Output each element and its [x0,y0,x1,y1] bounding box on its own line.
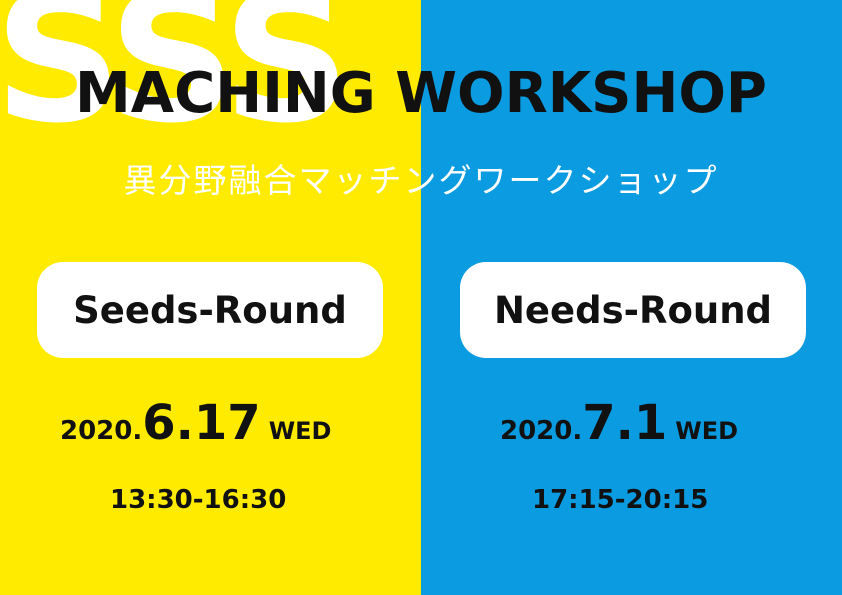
needs-round-time: 17:15-20:15 [532,485,709,515]
needs-round-date: 2020. 7.1 WED [500,395,738,455]
needs-round-badge: Needs-Round [460,262,806,358]
needs-round-label: Needs-Round [493,288,773,332]
needs-date-month-day: 7.1 [582,395,668,451]
seeds-date-weekday: WED [268,417,332,445]
seeds-date-month-day: 6.17 [142,395,261,451]
seeds-round-time: 13:30-16:30 [110,485,287,515]
event-subtitle: 異分野融合マッチングワークショップ [123,161,719,200]
seeds-date-year: 2020. [60,416,143,446]
seeds-round-label: Seeds-Round [73,288,347,332]
seeds-round-date: 2020. 6.17 WED [60,395,331,455]
needs-date-weekday: WED [675,417,739,445]
event-title: MACHING WORKSHOP [75,61,767,126]
needs-date-year: 2020. [500,416,583,446]
seeds-round-badge: Seeds-Round [37,262,383,358]
